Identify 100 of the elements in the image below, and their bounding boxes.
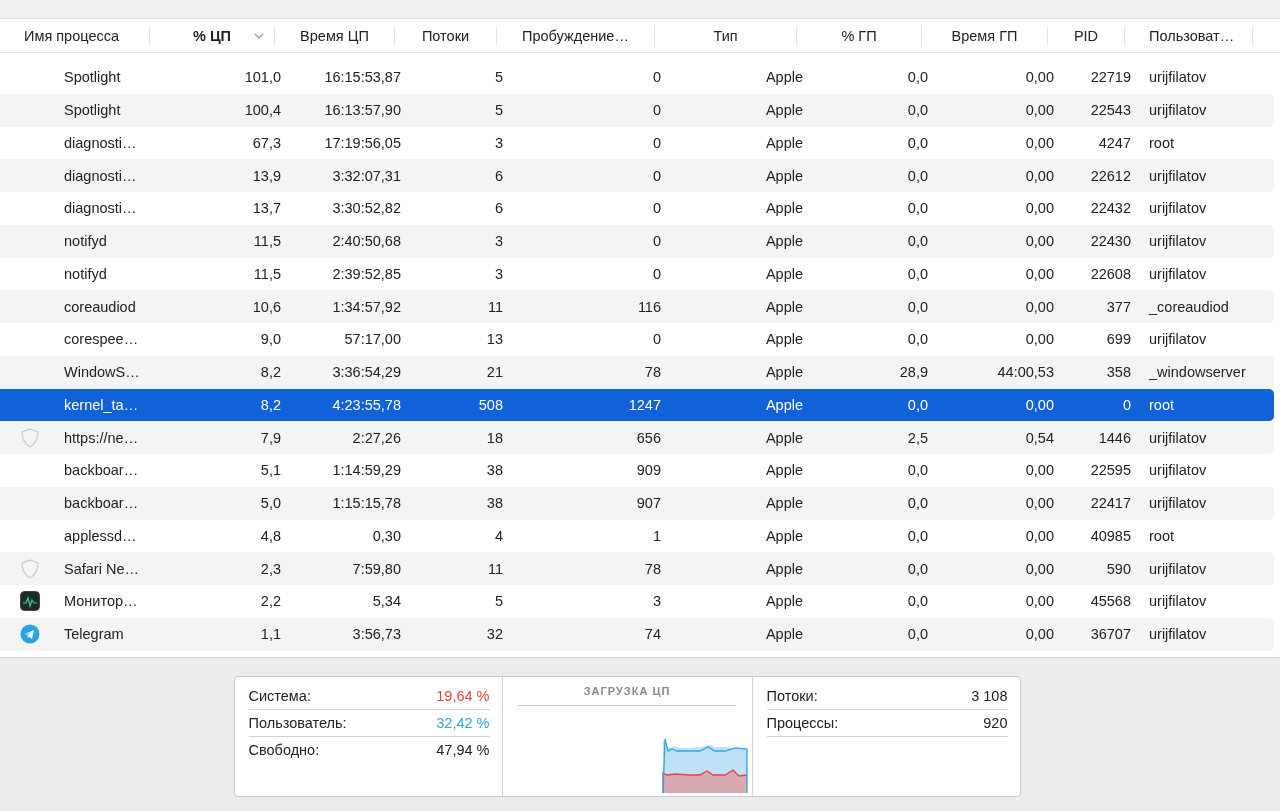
table-row[interactable]: diagnosti… 67,3 17:19:56,05 3 0 Apple 0,0 0,00 4247 root — [0, 126, 1274, 160]
stat-label: Система: — [248, 688, 311, 704]
gpu-time-cell: 44:00,53 — [997, 364, 1054, 381]
stat-value: 32,42 % — [436, 715, 490, 731]
table-row[interactable]: corespee… 9,0 57:17,00 13 0 Apple 0,0 0,00 699 urijfilatov — [0, 323, 1274, 356]
cpu-percent-cell: 13,7 — [252, 200, 281, 217]
pid-cell: 699 — [1106, 331, 1131, 348]
column-header[interactable]: PID — [1048, 25, 1125, 46]
stat-value: 47,94 % — [436, 742, 490, 758]
cpu-time-cell: 1:15:15,78 — [332, 495, 401, 512]
cpu-percent-cell: 100,4 — [244, 102, 281, 119]
gpu-percent-cell: 0,0 — [907, 527, 928, 544]
table-row[interactable]: applessd… 4,8 0,30 4 1 Apple 0,0 0,00 40985 root — [0, 519, 1274, 553]
pid-cell: 40985 — [1090, 527, 1131, 544]
cpu-percent-cell: 5,0 — [260, 495, 281, 512]
table-row[interactable]: diagnosti… 13,9 3:32:07,31 6 0 Apple 0,0 0,00 22612 urijfilatov — [0, 159, 1274, 192]
type-cell: Apple — [765, 298, 803, 315]
column-header[interactable]: Пробуждение… — [497, 25, 655, 46]
threads-cell: 5 — [494, 102, 503, 119]
cpu-time-cell: 2:39:52,85 — [332, 265, 401, 282]
table-row[interactable]: Spotlight 100,4 16:13:57,90 5 0 Apple 0,0 0,00 22543 urijfilatov — [0, 93, 1274, 127]
cpu-time-cell: 57:17,00 — [344, 331, 401, 348]
gpu-percent-cell: 0,0 — [907, 233, 928, 250]
wakeups-cell: 1247 — [628, 396, 661, 413]
cpu-percent-cell: 5,1 — [260, 462, 281, 479]
type-cell: Apple — [765, 626, 803, 643]
gpu-percent-cell: 28,9 — [899, 364, 928, 381]
cpu-time-cell: 3:56,73 — [352, 626, 401, 643]
threads-cell: 11 — [487, 560, 503, 577]
pid-cell: 22432 — [1090, 200, 1131, 217]
threads-cell: 508 — [478, 396, 503, 413]
gpu-time-cell: 0,00 — [1025, 69, 1054, 86]
wakeups-cell: 3 — [652, 593, 661, 610]
gpu-time-cell: 0,00 — [1025, 527, 1054, 544]
column-header[interactable]: Тип — [655, 25, 797, 46]
gpu-time-cell: 0,00 — [1025, 593, 1054, 610]
shield-icon — [19, 426, 41, 449]
type-cell: Apple — [765, 200, 803, 217]
process-name-cell: notifyd — [64, 233, 107, 250]
gpu-percent-cell: 0,0 — [907, 462, 928, 479]
table-row[interactable]: Spotlight 101,0 16:15:53,87 5 0 Apple 0,0 0,00 22719 urijfilatov — [0, 61, 1274, 94]
cpu-time-cell: 3:36:54,29 — [332, 364, 401, 381]
threads-cell: 38 — [486, 495, 503, 512]
cpu-time-cell: 7:59,80 — [352, 560, 401, 577]
table-row[interactable]: coreaudiod 10,6 1:34:57,92 11 116 Apple 0,0 0,00 377 _coreaudiod — [0, 290, 1274, 323]
process-name-cell: diagnosti… — [64, 167, 137, 184]
table-row[interactable]: backboar… 5,0 1:15:15,78 38 907 Apple 0,0 0,00 22417 urijfilatov — [0, 486, 1274, 520]
pid-cell: 22430 — [1090, 233, 1131, 250]
user-cell: root — [1149, 396, 1174, 413]
column-header[interactable]: Время ГП — [922, 25, 1048, 46]
gpu-time-cell: 0,00 — [1025, 560, 1054, 577]
cpu-percent-cell: 101,0 — [244, 69, 281, 86]
stat-value: 19,64 % — [436, 688, 490, 704]
table-row[interactable]: Telegram 1,1 3:56,73 32 74 Apple 0,0 0,00 36707 urijfilatov — [0, 617, 1274, 651]
process-name-cell: applessd… — [64, 527, 137, 544]
wakeups-cell: 116 — [637, 298, 661, 315]
user-cell: urijfilatov — [1149, 626, 1207, 643]
table-row[interactable]: notifyd 11,5 2:39:52,85 3 0 Apple 0,0 0,00 22608 urijfilatov — [0, 257, 1274, 291]
table-row[interactable]: kernel_ta… 8,2 4:23:55,78 508 1247 Apple 0,0 0,00 0 root — [0, 388, 1274, 422]
gpu-percent-cell: 0,0 — [907, 298, 928, 315]
type-cell: Apple — [765, 233, 803, 250]
type-cell: Apple — [765, 593, 803, 610]
table-row[interactable]: https://ne… 7,9 2:27,26 18 656 Apple 2,5 0,54 1446 urijfilatov — [0, 421, 1274, 454]
gpu-percent-cell: 0,0 — [907, 102, 928, 119]
type-cell: Apple — [765, 462, 803, 479]
column-header[interactable]: Потоки — [395, 25, 497, 46]
type-cell: Apple — [765, 134, 803, 151]
user-cell: root — [1149, 527, 1174, 544]
shield-icon — [19, 557, 41, 580]
table-row[interactable]: notifyd 11,5 2:40:50,68 3 0 Apple 0,0 0,00 22430 urijfilatov — [0, 224, 1274, 258]
table-row[interactable]: Монитор… 2,2 5,34 5 3 Apple 0,0 0,00 45568 urijfilatov — [0, 585, 1274, 618]
pid-cell: 22543 — [1090, 102, 1131, 119]
table-row[interactable]: Safari Ne… 2,3 7:59,80 11 78 Apple 0,0 0,00 590 urijfilatov — [0, 552, 1274, 585]
cpu-time-cell: 5,34 — [372, 593, 401, 610]
wakeups-cell: 78 — [644, 364, 661, 381]
column-header[interactable]: Время ЦП — [275, 25, 395, 46]
column-header[interactable]: % ГП — [797, 25, 922, 46]
table-row[interactable]: WindowS… 8,2 3:36:54,29 21 78 Apple 28,9 44:00,53 358 _windowserver — [0, 355, 1274, 389]
gpu-time-cell: 0,00 — [1025, 298, 1054, 315]
type-cell: Apple — [765, 396, 803, 413]
column-header[interactable]: % ЦП — [150, 25, 275, 46]
column-header[interactable]: Имя процесса — [0, 25, 150, 46]
cpu-percent-cell: 13,9 — [252, 167, 281, 184]
cpu-time-cell: 3:32:07,31 — [332, 167, 401, 184]
cpu-time-cell: 2:27,26 — [352, 429, 401, 446]
cpu-percent-cell: 67,3 — [252, 134, 281, 151]
cpu-time-cell: 16:15:53,87 — [324, 69, 401, 86]
wakeups-cell: 1 — [652, 527, 661, 544]
table-row[interactable]: backboar… 5,1 1:14:59,29 38 909 Apple 0,0 0,00 22595 urijfilatov — [0, 454, 1274, 487]
type-cell: Apple — [765, 167, 803, 184]
column-header[interactable]: Пользоват… — [1125, 25, 1253, 46]
type-cell: Apple — [765, 429, 803, 446]
process-name-cell: notifyd — [64, 265, 107, 282]
process-name-cell: backboar… — [64, 462, 139, 479]
cpu-percent-cell: 11,5 — [253, 265, 281, 282]
table-row[interactable]: diagnosti… 13,7 3:30:52,82 6 0 Apple 0,0 0,00 22432 urijfilatov — [0, 192, 1274, 225]
threads-cell: 11 — [487, 298, 503, 315]
gpu-percent-cell: 0,0 — [907, 560, 928, 577]
wakeups-cell: 909 — [636, 462, 661, 479]
cpu-time-cell: 2:40:50,68 — [332, 233, 401, 250]
